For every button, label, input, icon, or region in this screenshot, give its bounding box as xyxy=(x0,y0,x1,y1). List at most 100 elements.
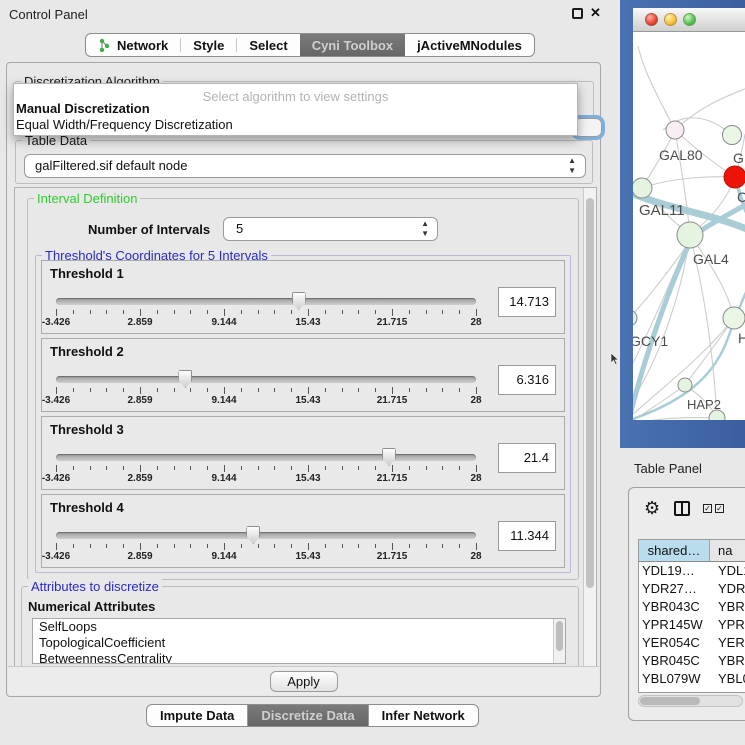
close-icon[interactable]: ✕ xyxy=(590,5,601,21)
cell-name[interactable]: YER0 xyxy=(710,634,745,652)
slider-tick xyxy=(442,388,443,392)
column-header-shared-name[interactable]: shared… xyxy=(639,540,710,561)
tab-jactivemnodules[interactable]: jActiveMNodules xyxy=(405,34,534,56)
node-gal80[interactable] xyxy=(666,121,684,139)
cell-name[interactable]: YBR0 xyxy=(710,598,745,616)
node-top-right[interactable] xyxy=(723,126,742,145)
label-partial-h: H xyxy=(738,330,745,346)
network-canvas[interactable]: GAL80 G. C GAL11 GAL4 GCY1 H HAP2 xyxy=(633,32,745,420)
attribute-list-item[interactable]: BetweennessCentrality xyxy=(33,651,565,664)
slider-tick xyxy=(476,387,477,394)
table-row[interactable]: YBR045CYBR0 xyxy=(639,652,745,670)
threshold-value-field[interactable]: 11.344 xyxy=(498,521,556,551)
node-selected-red[interactable] xyxy=(724,166,745,188)
tick-label: 2.859 xyxy=(113,551,167,562)
tab-discretize-data-selected[interactable]: Discretize Data xyxy=(247,705,367,726)
number-of-intervals-label: Number of Intervals xyxy=(88,222,210,237)
cell-shared-name[interactable]: YDL19… xyxy=(639,562,710,580)
table-row[interactable]: YBL079WYBL0 xyxy=(639,670,745,688)
node-hap2[interactable] xyxy=(678,378,692,392)
slider-tick xyxy=(258,466,259,470)
threshold-value-field[interactable]: 6.316 xyxy=(498,365,556,395)
threshold-slider[interactable]: -3.4262.8599.14415.4321.71528 xyxy=(54,373,478,409)
interval-definition-label: Interval Definition xyxy=(34,191,140,206)
slider-tick xyxy=(325,544,326,548)
network-window-titlebar[interactable] xyxy=(633,8,745,32)
columns-icon[interactable] xyxy=(674,501,690,516)
label-partial-g: G. xyxy=(733,150,745,166)
node-h[interactable] xyxy=(723,307,745,329)
scrollbar-thumb[interactable] xyxy=(586,198,594,588)
cell-shared-name[interactable]: YBR043C xyxy=(639,598,710,616)
label-gal80: GAL80 xyxy=(659,147,703,163)
column-header-name[interactable]: na xyxy=(710,540,745,561)
cell-name[interactable]: YBL0 xyxy=(710,670,745,688)
slider-track[interactable] xyxy=(56,454,476,461)
attribute-list-item[interactable]: TopologicalCoefficient xyxy=(33,635,565,651)
node-gal4[interactable] xyxy=(677,222,703,248)
cell-shared-name[interactable]: YLR345W xyxy=(639,688,710,693)
tab-network[interactable]: Network xyxy=(86,34,180,56)
scrollbar-thumb[interactable] xyxy=(640,697,700,705)
slider-track[interactable] xyxy=(56,532,476,539)
cell-name[interactable]: YDL1 xyxy=(710,562,745,580)
cell-name[interactable]: YBR0 xyxy=(710,652,745,670)
attributes-list-scrollbar[interactable] xyxy=(553,619,565,663)
threshold-slider[interactable]: -3.4262.8599.14415.4321.71528 xyxy=(54,451,478,487)
tab-style[interactable]: Style xyxy=(181,34,236,56)
table-row[interactable]: YDL19…YDL1 xyxy=(639,562,745,580)
table-row[interactable]: YER054CYER0 xyxy=(639,634,745,652)
slider-tick xyxy=(123,466,124,470)
table-horizontal-scrollbar[interactable] xyxy=(638,695,743,707)
cell-shared-name[interactable]: YBR045C xyxy=(639,652,710,670)
tab-select[interactable]: Select xyxy=(237,34,299,56)
tick-label: 2.859 xyxy=(113,395,167,406)
spinner-arrows-icon[interactable]: ▲▼ xyxy=(421,219,429,239)
minimize-traffic-light-icon[interactable] xyxy=(664,13,677,26)
tab-infer-network[interactable]: Infer Network xyxy=(368,705,478,726)
slider-tick xyxy=(207,544,208,548)
float-window-icon[interactable] xyxy=(572,8,583,19)
cell-shared-name[interactable]: YBL079W xyxy=(639,670,710,688)
slider-track[interactable] xyxy=(56,298,476,305)
cell-shared-name[interactable]: YER054C xyxy=(639,634,710,652)
gear-icon[interactable]: ⚙ xyxy=(644,498,660,519)
tick-label: -3.426 xyxy=(29,395,83,406)
threshold-value-field[interactable]: 21.4 xyxy=(498,443,556,473)
checkbox-icon[interactable]: ✓ xyxy=(715,504,724,513)
close-traffic-light-icon[interactable] xyxy=(645,13,658,26)
tab-impute-data[interactable]: Impute Data xyxy=(147,705,247,726)
checkbox-icon[interactable]: ✓ xyxy=(703,504,712,513)
cell-name[interactable]: YDR2 xyxy=(710,580,745,598)
table-data-combobox[interactable]: galFiltered.sif default node ▲▼ xyxy=(24,154,586,178)
cell-name[interactable]: YPR1 xyxy=(710,616,745,634)
combobox-arrows-icon[interactable]: ▲▼ xyxy=(568,156,576,176)
apply-button[interactable]: Apply xyxy=(270,671,338,692)
slider-tick xyxy=(207,388,208,392)
algorithm-option-equal-width[interactable]: Equal Width/Frequency Discretization xyxy=(14,117,577,133)
threshold-value-field[interactable]: 14.713 xyxy=(498,287,556,317)
slider-tick xyxy=(106,544,107,548)
threshold-slider[interactable]: -3.4262.8599.14415.4321.71528 xyxy=(54,295,478,331)
table-row[interactable]: YBR043CYBR0 xyxy=(639,598,745,616)
node-gcy1[interactable] xyxy=(633,310,637,326)
cell-shared-name[interactable]: YDR27… xyxy=(639,580,710,598)
tick-label: -3.426 xyxy=(29,317,83,328)
cell-shared-name[interactable]: YPR145W xyxy=(639,616,710,634)
threshold-slider[interactable]: -3.4262.8599.14415.4321.71528 xyxy=(54,529,478,565)
table-row[interactable]: YLR345WYLR3 xyxy=(639,688,745,693)
tab-cyni-toolbox-selected[interactable]: Cyni Toolbox xyxy=(300,34,405,56)
slider-tick xyxy=(157,466,158,470)
cell-name[interactable]: YLR3 xyxy=(710,688,745,693)
table-row[interactable]: YPR145WYPR1 xyxy=(639,616,745,634)
table-body: YDL19…YDL1YDR27…YDR2YBR043CYBR0YPR145WYP… xyxy=(639,562,745,693)
numerical-attributes-list[interactable]: SelfLoopsTopologicalCoefficientBetweenne… xyxy=(32,618,566,664)
slider-track[interactable] xyxy=(56,376,476,383)
slider-tick xyxy=(224,465,225,472)
zoom-traffic-light-icon[interactable] xyxy=(683,13,696,26)
table-row[interactable]: YDR27…YDR2 xyxy=(639,580,745,598)
attribute-list-item[interactable]: SelfLoops xyxy=(33,619,565,635)
settings-vertical-scrollbar[interactable] xyxy=(583,188,596,667)
number-of-intervals-spinner[interactable]: 5 ▲▼ xyxy=(223,217,438,241)
node-gal11[interactable] xyxy=(633,178,652,198)
